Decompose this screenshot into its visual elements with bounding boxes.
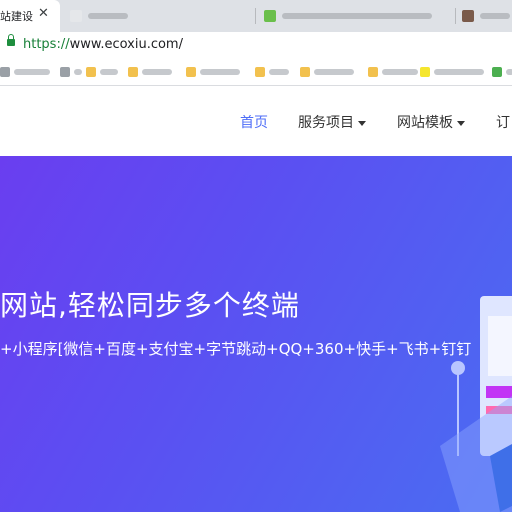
folder-icon	[300, 67, 310, 77]
caret-down-icon	[358, 120, 366, 126]
illustration-node	[451, 361, 465, 375]
nav-item-templates[interactable]: 网站模板	[397, 112, 465, 132]
caret-down-icon	[457, 120, 465, 126]
nav-item-services[interactable]: 服务项目	[298, 112, 366, 132]
hero-title: 网站,轻松同步多个终端	[0, 289, 300, 322]
folder-icon	[368, 67, 378, 77]
favicon-icon	[264, 10, 276, 22]
active-tab[interactable]: 站建设 ✕	[0, 0, 60, 32]
device-illustration	[440, 296, 512, 512]
nav-item-order[interactable]: 订	[496, 112, 510, 132]
favicon-icon	[462, 10, 474, 22]
url-host: www.ecoxiu.com/	[69, 37, 183, 52]
nav-item-label: 服务项目	[298, 115, 354, 131]
lock-icon	[7, 34, 15, 46]
close-icon[interactable]: ✕	[38, 6, 49, 21]
nav-item-home[interactable]: 首页	[240, 112, 268, 132]
address-bar[interactable]: https://www.ecoxiu.com/	[0, 32, 512, 58]
tab-separator	[255, 8, 256, 24]
bookmark-icon	[492, 67, 502, 77]
background-tab[interactable]	[462, 6, 512, 26]
folder-icon	[128, 67, 138, 77]
tab-title-placeholder	[282, 13, 432, 19]
favicon-icon	[70, 10, 82, 22]
bookmark-icon	[60, 67, 70, 77]
folder-icon	[186, 67, 196, 77]
tab-separator	[455, 8, 456, 24]
browser-tab-strip: 站建设 ✕	[0, 0, 512, 32]
hero-banner: 网站,轻松同步多个终端 +小程序[微信+百度+支付宝+字节跳动+QQ+360+快…	[0, 156, 512, 512]
folder-icon	[255, 67, 265, 77]
hero-subtitle: +小程序[微信+百度+支付宝+字节跳动+QQ+360+快手+飞书+钉钉	[0, 340, 472, 358]
tab-title-placeholder	[88, 13, 128, 19]
bookmark-icon	[420, 67, 430, 77]
nav-item-label: 网站模板	[397, 115, 453, 131]
site-navbar: 首页 服务项目 网站模板 订	[0, 86, 512, 156]
url-scheme: https://	[23, 37, 70, 52]
illustration-panel	[488, 316, 512, 376]
url-text[interactable]: https://www.ecoxiu.com/	[23, 37, 183, 52]
background-tab[interactable]	[264, 6, 444, 26]
bookmark-icon	[0, 67, 10, 77]
active-tab-title: 站建设	[0, 10, 33, 23]
tab-title-placeholder	[480, 13, 510, 19]
illustration-bar	[486, 386, 512, 398]
background-tab[interactable]	[70, 6, 190, 26]
bookmarks-bar	[0, 58, 512, 86]
folder-icon	[86, 67, 96, 77]
